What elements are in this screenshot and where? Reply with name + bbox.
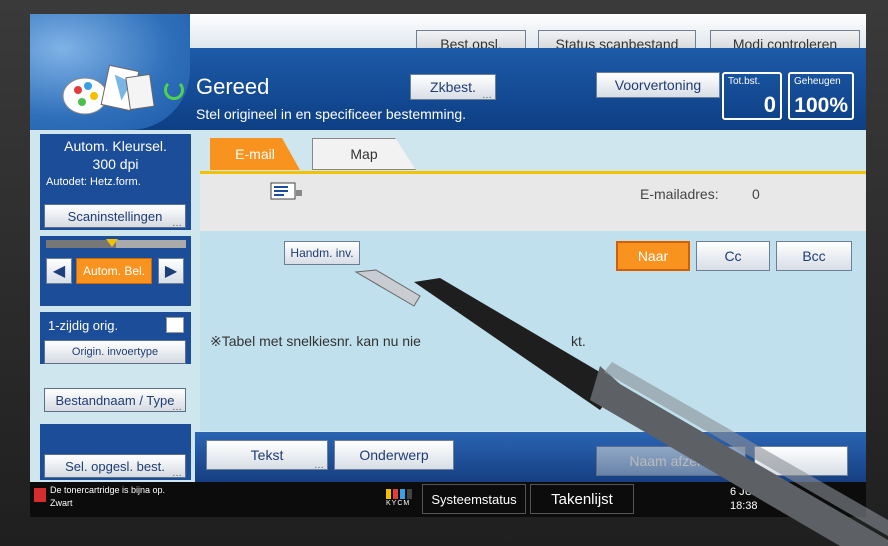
stylus-pen-icon [354,269,888,546]
